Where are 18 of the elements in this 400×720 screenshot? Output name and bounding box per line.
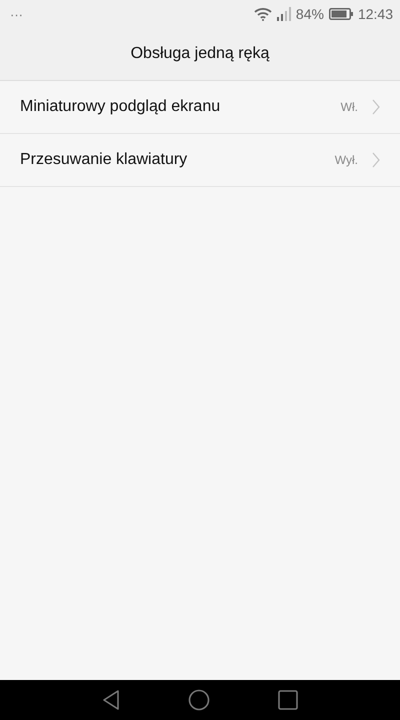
setting-label: Miniaturowy podgląd ekranu bbox=[20, 98, 222, 116]
settings-row[interactable]: Przesuwanie klawiatury Wył. bbox=[0, 134, 400, 187]
wifi-icon bbox=[254, 7, 272, 21]
signal-icon bbox=[276, 7, 291, 21]
setting-value: Wł. bbox=[340, 100, 358, 114]
clock: 12:43 bbox=[358, 6, 393, 22]
back-icon[interactable] bbox=[102, 690, 120, 710]
setting-value: Wył. bbox=[334, 153, 358, 167]
chevron-icon bbox=[372, 152, 380, 168]
chevron-icon bbox=[372, 99, 380, 115]
setting-label: Przesuwanie klawiatury bbox=[20, 151, 188, 169]
battery-icon bbox=[328, 8, 353, 20]
notification-dots: ··· bbox=[10, 8, 23, 20]
battery-percent: 84% bbox=[296, 6, 324, 22]
recents-icon[interactable] bbox=[278, 690, 298, 710]
settings-row[interactable]: Miniaturowy podgląd ekranu Wł. bbox=[0, 81, 400, 134]
home-icon[interactable] bbox=[188, 689, 210, 711]
page-title: Obsługa jedną ręką bbox=[130, 45, 270, 63]
